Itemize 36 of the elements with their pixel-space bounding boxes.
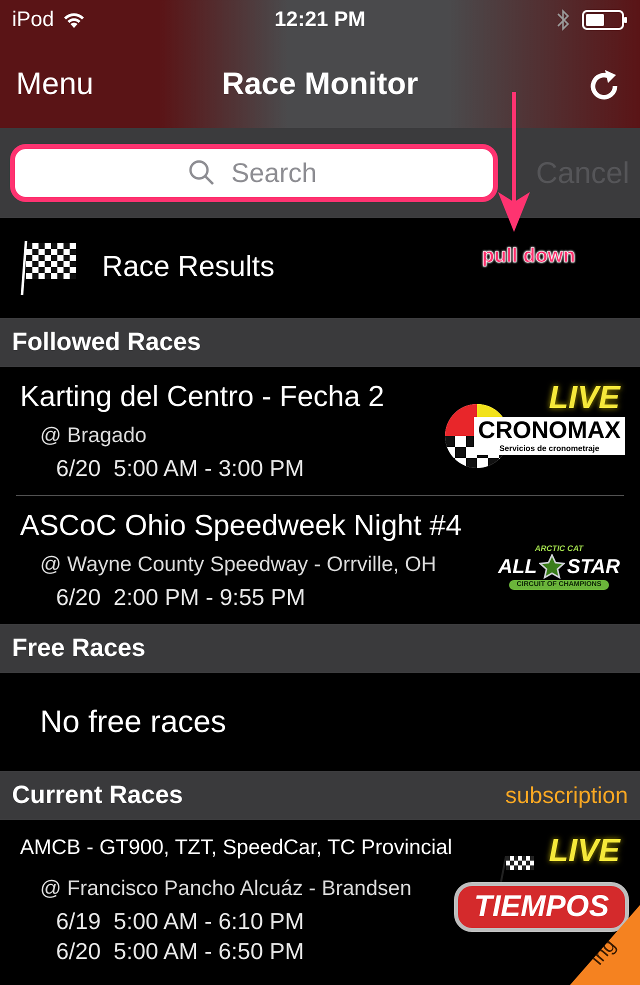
bluetooth-icon xyxy=(556,8,570,32)
live-label: LIVE xyxy=(548,831,622,870)
subscription-link[interactable]: subscription xyxy=(505,778,628,813)
device-name: iPod xyxy=(12,7,54,34)
section-title: Followed Races xyxy=(12,326,201,358)
wifi-icon xyxy=(62,11,86,29)
search-field[interactable]: Search xyxy=(10,144,498,202)
search-icon xyxy=(188,159,216,187)
race-venue: @ Francisco Pancho Alcuáz - Brandsen xyxy=(40,876,412,902)
logo-word: ALL xyxy=(498,556,537,578)
logo-subtitle: Servicios de cronometraje xyxy=(499,444,600,454)
race-title[interactable]: Karting del Centro - Fecha 2 xyxy=(16,375,384,419)
race-title[interactable]: ASCoC Ohio Speedweek Night #4 xyxy=(16,504,462,548)
battery-icon xyxy=(582,9,628,31)
checkered-flag-icon xyxy=(20,239,78,297)
menu-button[interactable]: Menu xyxy=(16,60,94,108)
logo-title: TIEMPOS xyxy=(474,890,610,923)
race-dates: 6/19 5:00 AM - 6:10 PM xyxy=(55,907,306,936)
race-title[interactable]: AMCB - GT900, TZT, SpeedCar, TC Provincial xyxy=(16,828,452,868)
section-title: Current Races xyxy=(12,780,183,811)
logo-tagline: ARCTIC CAT xyxy=(534,544,584,554)
logo-word: STAR xyxy=(566,556,620,578)
race-venue: @ Wayne County Speedway - Orrville, OH xyxy=(40,552,436,578)
empty-message: No free races xyxy=(40,702,226,741)
race-dates: 6/20 5:00 AM - 3:00 PM xyxy=(55,454,304,483)
clock: 12:21 PM xyxy=(274,7,366,34)
live-label: LIVE xyxy=(548,378,622,417)
annotation-label: pull down xyxy=(482,244,576,269)
race-dates: 6/20 2:00 PM - 9:55 PM xyxy=(55,583,306,612)
star-icon xyxy=(538,554,565,580)
section-title: Free Races xyxy=(12,632,146,664)
window-title: Race Monitor xyxy=(222,64,418,103)
race-dates: 6/20 5:00 AM - 6:50 PM xyxy=(55,937,306,966)
race-results-link[interactable]: Race Results xyxy=(102,246,274,290)
logo-title: CRONOMAX xyxy=(478,418,621,444)
race-venue: @ Bragado xyxy=(40,423,148,449)
